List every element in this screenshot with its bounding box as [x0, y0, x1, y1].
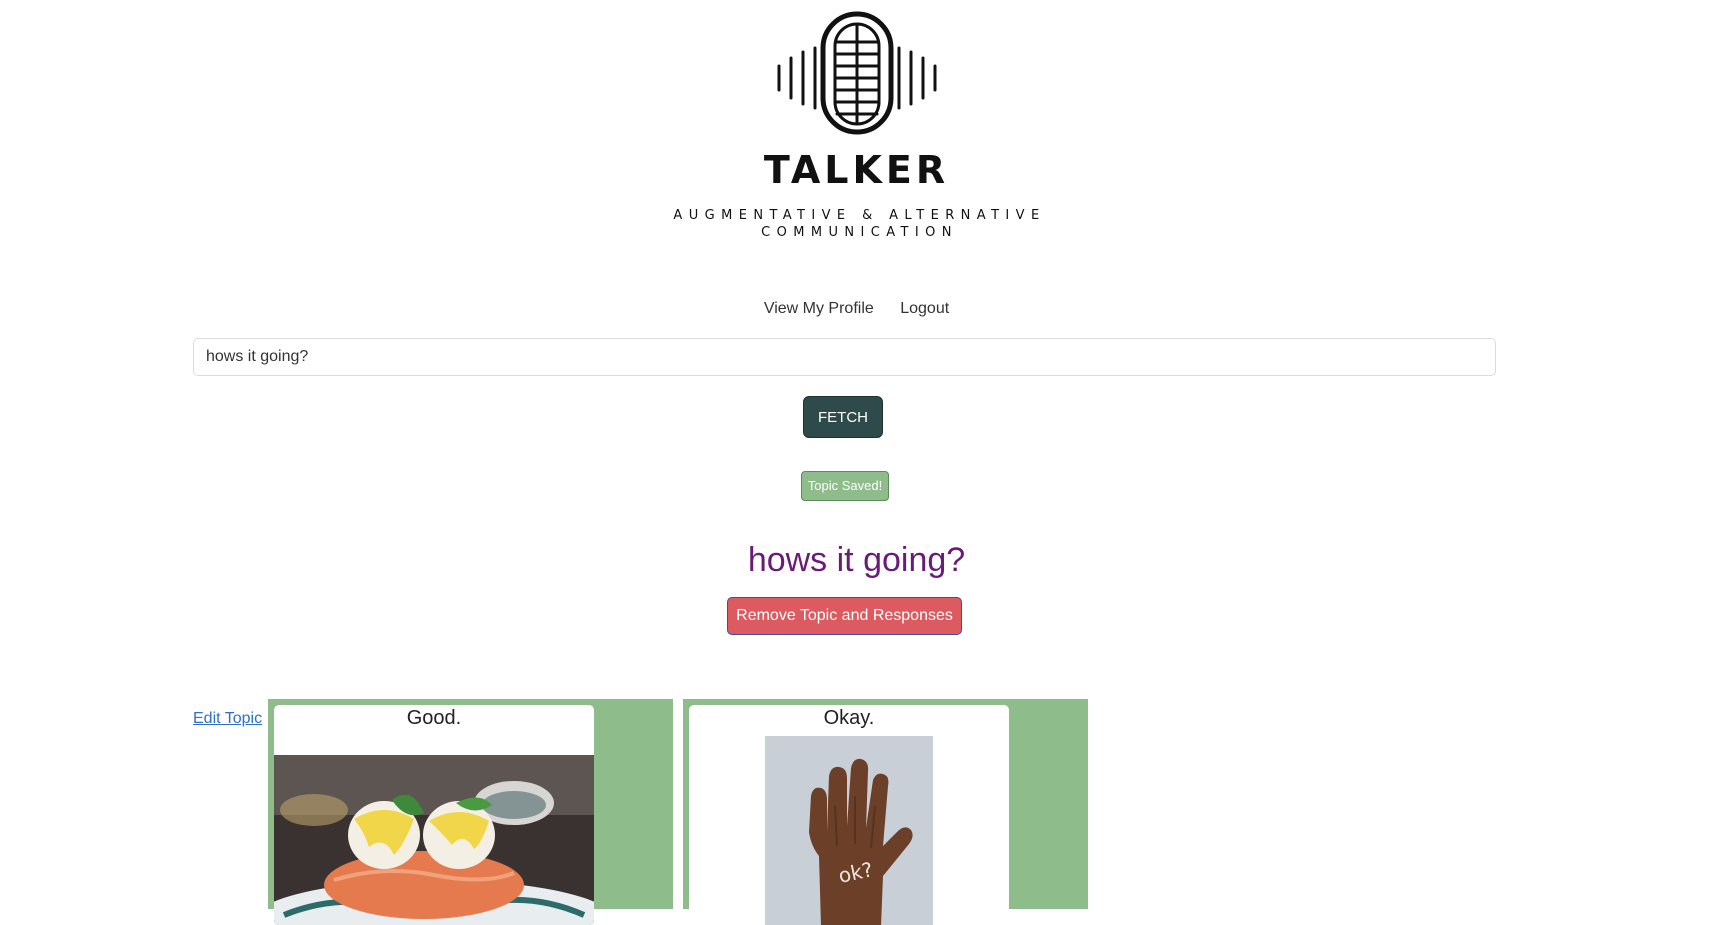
logout-link[interactable]: Logout [900, 300, 949, 317]
response-card-good[interactable]: Good. [268, 699, 673, 925]
topic-saved-badge: Topic Saved! [801, 471, 889, 501]
brand-name: TALKER [763, 148, 950, 192]
fetch-button[interactable]: FETCH [803, 396, 883, 438]
top-nav: View My Profile Logout [0, 300, 1713, 318]
brand-tagline: AUGMENTATIVE & ALTERNATIVE COMMUNICATION [0, 207, 1713, 241]
remove-topic-button[interactable]: Remove Topic and Responses [727, 597, 962, 635]
tagline-line-2: COMMUNICATION [761, 225, 958, 240]
eggs-benedict-photo [274, 755, 594, 925]
topic-search-input[interactable] [193, 338, 1496, 376]
topic-title: hows it going? [747, 541, 966, 579]
logo [0, 8, 1713, 138]
response-title: Okay. [823, 707, 875, 729]
response-card-inner: Good. [274, 705, 594, 925]
response-card-inner: Okay. ok? [689, 705, 1009, 925]
edit-topic-link[interactable]: Edit Topic [193, 710, 262, 728]
microphone-soundwave-icon [777, 11, 936, 135]
hand-ok-photo: ok? [765, 736, 933, 925]
response-title: Good. [406, 707, 462, 729]
response-card-okay[interactable]: Okay. ok? [683, 699, 1088, 925]
view-profile-link[interactable]: View My Profile [764, 300, 874, 317]
tagline-line-1: AUGMENTATIVE & ALTERNATIVE [673, 208, 1046, 223]
